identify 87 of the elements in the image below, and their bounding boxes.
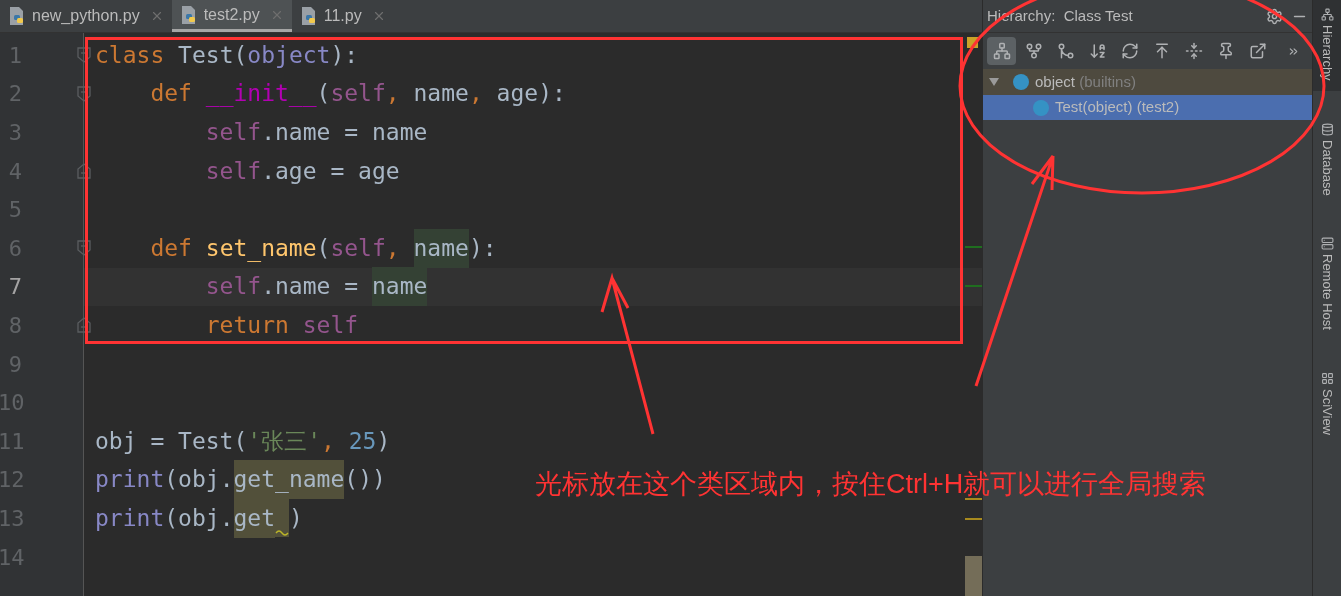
- tool-window-tab[interactable]: Database: [1313, 114, 1341, 206]
- error-stripe-marker: [967, 37, 978, 48]
- code-token: class: [95, 43, 166, 67]
- class-icon: [1033, 99, 1049, 116]
- scrollbar-thumb[interactable]: [965, 556, 982, 596]
- code-token: (: [316, 82, 331, 106]
- code-token: self: [204, 275, 262, 299]
- code-token: Test(: [178, 43, 248, 67]
- tab-label: Database: [1318, 139, 1336, 196]
- code-token: self: [302, 313, 359, 337]
- sort-icon: [1088, 42, 1107, 60]
- code-token: .name = name: [261, 121, 428, 144]
- code-token: get: [233, 498, 276, 538]
- code-token: name: [371, 267, 428, 307]
- collapse-icon: [1184, 42, 1203, 60]
- code-token: self: [330, 82, 386, 106]
- toolbar-button[interactable]: [987, 37, 1016, 65]
- code-token: self: [204, 121, 262, 144]
- python-file-icon: [299, 6, 318, 26]
- server-icon: [1320, 237, 1334, 251]
- code-token: ()): [344, 468, 386, 492]
- fold-icon[interactable]: [77, 317, 91, 334]
- python-file-icon: [179, 4, 198, 25]
- python-file-icon: [8, 6, 26, 26]
- fold-icon[interactable]: [77, 47, 91, 64]
- code-token: .age = age: [261, 159, 400, 183]
- external-link-icon: [1248, 42, 1267, 60]
- tree-row[interactable]: object (builtins): [983, 69, 1312, 95]
- fold-icon[interactable]: [77, 85, 91, 102]
- refresh-icon: [1120, 42, 1139, 60]
- hierarchy-tree-icon: [992, 42, 1011, 60]
- error-stripe-marker: [965, 498, 982, 500]
- code-token: ,: [321, 429, 336, 453]
- code-token: return: [204, 313, 290, 337]
- editor-tab[interactable]: new_python.py: [0, 0, 172, 32]
- editor-tab[interactable]: test2.py: [171, 0, 292, 32]
- tool-window-tab[interactable]: Remote Host: [1313, 229, 1341, 341]
- code-token: ,: [468, 82, 484, 106]
- tool-window-tab[interactable]: Hierarchy: [1313, 0, 1341, 91]
- error-stripe-marker: [965, 518, 982, 520]
- code-token: age):: [496, 82, 566, 106]
- code-token: '张三': [247, 429, 322, 453]
- line-number: 7: [7, 273, 22, 302]
- tab-label: Remote Host: [1318, 254, 1336, 331]
- editor-tab[interactable]: 11.py: [291, 0, 394, 32]
- hierarchy-tree-icon: [1320, 8, 1334, 21]
- grid-icon: [1320, 372, 1334, 386]
- code-token: get_name: [233, 460, 345, 500]
- code-token: print: [95, 468, 165, 492]
- tree-label: object (builtins): [1035, 71, 1136, 92]
- error-stripe-marker: [965, 246, 982, 248]
- expand-arrow-icon[interactable]: [989, 78, 999, 86]
- code-token: ,: [385, 82, 401, 106]
- code-token: 25: [348, 429, 377, 453]
- tree-label: Test(object) (test2): [1055, 97, 1180, 118]
- merge-icon: [1056, 42, 1075, 60]
- code-token: set_name: [205, 236, 317, 260]
- code-token: .name =: [261, 275, 360, 299]
- code-token: __init__: [205, 82, 317, 106]
- tab-label: Hierarchy: [1318, 25, 1336, 81]
- code-token: (obj.: [164, 468, 234, 492]
- code-token: self: [330, 236, 386, 260]
- code-token: def: [149, 236, 193, 260]
- code-token: ): [376, 429, 391, 453]
- tab-label: SciView: [1318, 389, 1336, 436]
- tool-window-tab[interactable]: SciView: [1313, 364, 1341, 446]
- code-token: name: [413, 228, 469, 268]
- code-token: ):: [330, 43, 359, 67]
- code-token: (obj.: [164, 506, 234, 530]
- annotation-text: 光标放在这个类区域内，按住Ctrl+H就可以进行全局搜索: [535, 471, 1207, 498]
- database-icon: [1320, 122, 1334, 136]
- code-token: (: [316, 236, 331, 260]
- code-token: object: [247, 43, 331, 67]
- code-token: obj = Test(: [95, 429, 248, 453]
- code-token: ): [289, 506, 303, 530]
- code-token: def: [149, 82, 193, 106]
- settings-icon[interactable]: [1266, 7, 1283, 25]
- fold-icon[interactable]: [77, 163, 91, 180]
- branch-icon: [1024, 42, 1043, 60]
- fold-icon[interactable]: [77, 240, 91, 257]
- code-token: self: [204, 159, 262, 183]
- error-stripe-marker: [965, 285, 982, 287]
- code-token: ,: [385, 236, 401, 260]
- class-icon: [1013, 74, 1029, 90]
- code-token: name: [413, 82, 469, 106]
- code-token: print: [95, 506, 165, 530]
- code-token: ):: [468, 236, 497, 260]
